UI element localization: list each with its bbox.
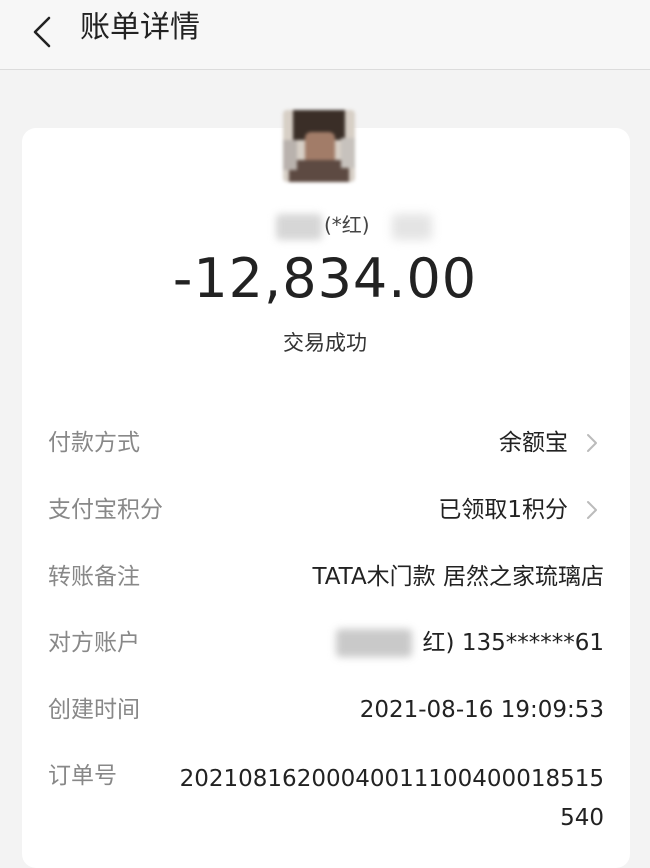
account-blur [336, 629, 412, 657]
avatar[interactable] [283, 110, 355, 182]
payee-blur [392, 214, 432, 240]
row-payment-method[interactable]: 付款方式 余额宝 [48, 427, 604, 459]
payment-method-value: 余额宝 [499, 430, 568, 456]
row-account: 对方账户 红) 135******61 [48, 627, 604, 659]
amount: -12,834.00 [172, 247, 478, 310]
back-arrow-icon [33, 16, 51, 48]
row-remark: 转账备注 TATA木门款 居然之家琉璃店 [48, 561, 604, 593]
payee-name[interactable]: (*红) [240, 206, 460, 246]
remark-label: 转账备注 [48, 564, 140, 590]
account-value: 红) 135******61 [422, 630, 604, 656]
points-value: 已领取1积分 [438, 497, 568, 523]
payee-name-text: (*红) [324, 213, 370, 237]
chevron-right-icon [582, 500, 602, 520]
created-value: 2021-08-16 19:09:53 [359, 697, 604, 723]
page-title: 账单详情 [80, 10, 200, 45]
back-button[interactable] [22, 12, 62, 52]
row-order: 订单号 20210816200040011100400018515540 [48, 760, 604, 840]
nav-bar: 账单详情 [0, 0, 650, 70]
row-points[interactable]: 支付宝积分 已领取1积分 [48, 494, 604, 526]
points-label: 支付宝积分 [48, 497, 163, 523]
chevron-right-icon [582, 433, 602, 453]
row-created-time: 创建时间 2021-08-16 19:09:53 [48, 694, 604, 726]
order-value: 20210816200040011100400018515540 [179, 766, 604, 831]
remark-value: TATA木门款 居然之家琉璃店 [312, 564, 604, 590]
account-label: 对方账户 [48, 630, 140, 656]
order-label: 订单号 [48, 763, 117, 789]
created-label: 创建时间 [48, 697, 140, 723]
status-text: 交易成功 [283, 331, 367, 355]
payment-method-label: 付款方式 [48, 430, 140, 456]
payee-blur [276, 214, 322, 240]
